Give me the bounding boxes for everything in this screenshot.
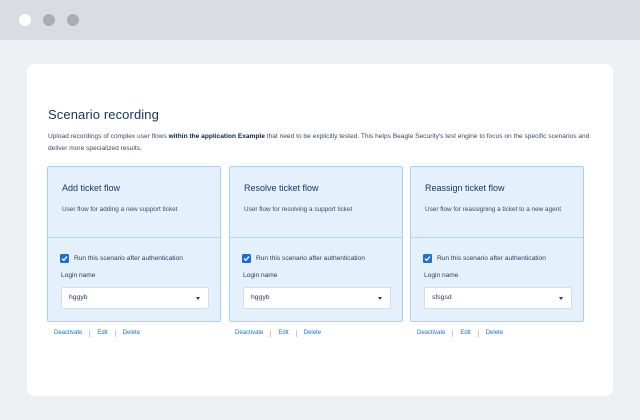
run-after-auth-checkbox[interactable] (423, 253, 432, 263)
scenario-actions-resolve-ticket: Deactivate Edit Delete (235, 328, 321, 338)
delete-link[interactable]: Delete (304, 330, 321, 336)
deactivate-link[interactable]: Deactivate (54, 330, 82, 336)
login-name-label: Login name (61, 272, 96, 279)
login-name-select[interactable]: hggyb (243, 287, 391, 309)
login-name-label: Login name (243, 272, 278, 279)
login-name-value: hggyb (69, 294, 88, 301)
window-minimize-dot[interactable] (43, 14, 55, 26)
scenario-title: Resolve ticket flow (244, 183, 319, 193)
window-title-bar (0, 0, 640, 40)
card-divider (48, 237, 220, 238)
action-divider (295, 329, 297, 337)
scenario-actions-add-ticket: Deactivate Edit Delete (54, 328, 140, 338)
window-maximize-dot[interactable] (67, 14, 79, 26)
scenario-description: User flow for resolving a support ticket (244, 206, 353, 213)
content-area: Scenario recording Upload recordings of … (0, 40, 640, 420)
run-after-auth-row[interactable]: Run this scenario after authentication (242, 253, 365, 263)
page-title: Scenario recording (48, 107, 159, 122)
login-name-select[interactable]: sfsgsd (424, 287, 572, 309)
run-after-auth-checkbox[interactable] (60, 253, 69, 263)
description-text-start: Upload recordings of complex user flows (48, 133, 169, 140)
action-divider (114, 329, 116, 337)
scenario-card-add-ticket: Add ticket flow User flow for adding a n… (47, 166, 221, 322)
delete-link[interactable]: Delete (486, 330, 503, 336)
page-description: Upload recordings of complex user flows … (48, 131, 600, 155)
description-app-name: within the application Example (168, 133, 265, 140)
scenario-description: User flow for adding a new support ticke… (62, 206, 178, 213)
login-name-value: sfsgsd (432, 294, 452, 301)
scenario-panel: Scenario recording Upload recordings of … (27, 64, 613, 396)
delete-link[interactable]: Delete (123, 330, 140, 336)
action-divider (89, 329, 91, 337)
edit-link[interactable]: Edit (460, 330, 470, 336)
deactivate-link[interactable]: Deactivate (417, 330, 445, 336)
run-after-auth-row[interactable]: Run this scenario after authentication (423, 253, 546, 263)
card-divider (230, 237, 402, 238)
run-after-auth-label: Run this scenario after authentication (437, 254, 546, 262)
scenario-card-reassign-ticket: Reassign ticket flow User flow for reass… (410, 166, 584, 322)
scenario-actions-reassign-ticket: Deactivate Edit Delete (417, 328, 503, 338)
window-close-dot[interactable] (19, 14, 31, 26)
checkmark-icon (243, 255, 250, 261)
edit-link[interactable]: Edit (278, 330, 288, 336)
checkmark-icon (61, 255, 68, 261)
run-after-auth-label: Run this scenario after authentication (256, 254, 365, 262)
scenario-title: Reassign ticket flow (425, 183, 505, 193)
chevron-down-icon (196, 297, 200, 300)
card-divider (411, 237, 583, 238)
run-after-auth-checkbox[interactable] (242, 253, 251, 263)
login-name-value: hggyb (251, 294, 270, 301)
scenario-title: Add ticket flow (62, 183, 121, 193)
run-after-auth-row[interactable]: Run this scenario after authentication (60, 253, 183, 263)
run-after-auth-label: Run this scenario after authentication (74, 254, 183, 262)
login-name-label: Login name (424, 272, 459, 279)
scenario-card-resolve-ticket: Resolve ticket flow User flow for resolv… (229, 166, 403, 322)
edit-link[interactable]: Edit (97, 330, 107, 336)
action-divider (270, 329, 272, 337)
login-name-select[interactable]: hggyb (61, 287, 209, 309)
action-divider (477, 329, 479, 337)
deactivate-link[interactable]: Deactivate (235, 330, 263, 336)
chevron-down-icon (378, 297, 382, 300)
chevron-down-icon (559, 297, 563, 300)
scenario-description: User flow for reassigning a ticket to a … (425, 206, 562, 213)
checkmark-icon (424, 255, 431, 261)
action-divider (452, 329, 454, 337)
